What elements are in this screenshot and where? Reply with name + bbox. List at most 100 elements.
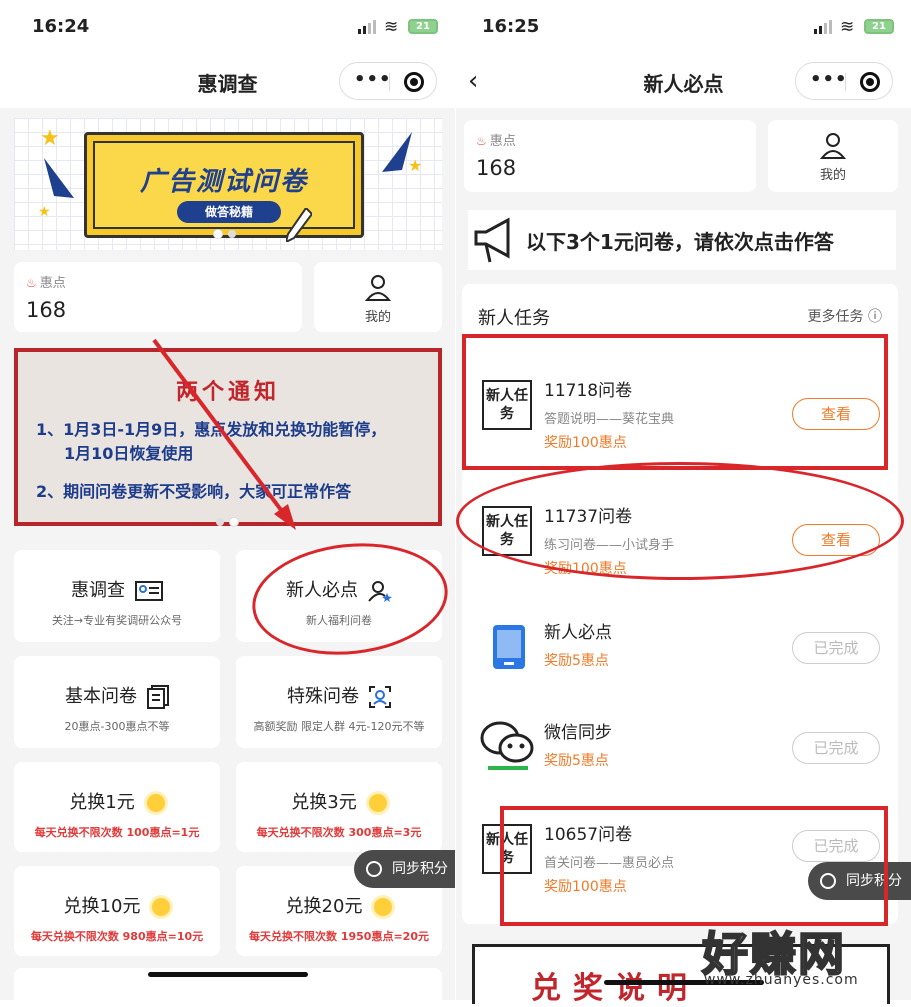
completed-button[interactable]: 已完成 [792,732,880,764]
grid-title: 特殊问卷 [287,686,359,707]
annotation-arrow [152,338,296,530]
home-indicator[interactable] [148,972,308,977]
phone-icon [493,625,525,669]
document-icon [147,685,169,709]
status-bar: 16:25 ≋ 21 [456,0,911,54]
grid-subtitle: 每天兑换不限次数 100惠点=1元 [34,826,200,839]
more-icon[interactable]: ••• [354,69,392,90]
signal-icon [358,20,376,34]
sync-points-button[interactable]: 同步积分 [354,850,455,888]
task-row[interactable]: 新人必点 奖励5惠点 已完成 [462,584,898,694]
grid-title-row: 惠调查 [14,576,220,602]
sun-icon [368,794,387,812]
annotation-box [500,806,888,926]
banner-subtitle: 做答秘籍 [177,201,281,223]
grid-exchange-3[interactable]: 兑换3元 每天兑换不限次数 300惠点=3元 [236,762,442,852]
user-icon [820,133,846,159]
banner-book-page: 广告测试问卷 做答秘籍 [93,141,355,229]
panel-title: 新人任务 [478,308,550,329]
task-reward: 奖励5惠点 [544,753,609,769]
left-phone-screen: 16:24 ≋ 21 惠调查 ••• ★ ★ ★ 广告测试问卷 做答秘籍 ♨ 惠点… [0,0,455,1000]
task-name: 新人必点 [544,623,612,643]
grid-hui-survey[interactable]: 惠调查 关注→专业有奖调研公众号 [14,550,220,642]
profile-label: 我的 [364,310,391,325]
grid-subtitle: 高额奖励 限定人群 4元-120元不等 [253,720,425,733]
spark-icon [44,158,74,198]
sync-label: 同步积分 [392,861,448,877]
close-target-icon[interactable] [404,72,424,92]
wifi-icon: ≋ [384,17,399,37]
grid-title: 兑换3元 [291,792,357,813]
battery-icon: 21 [408,19,438,34]
sync-icon [366,861,382,877]
points-value: 168 [26,298,67,322]
grid-exchange-1[interactable]: 兑换1元 每天兑换不限次数 100惠点=1元 [14,762,220,852]
pager-dot [228,230,236,238]
chevron-right-icon: ⓘ [863,309,882,325]
grid-subtitle: 每天兑换不限次数 980惠点=10元 [30,930,204,943]
more-tasks-link[interactable]: 更多任务 ⓘ [808,306,882,326]
close-target-icon[interactable] [860,72,880,92]
coin-icon: ♨ [476,134,487,148]
announcement-text: 以下3个1元问卷，请依次点击作答 [526,230,834,254]
grid-title-row: 兑换3元 [236,788,442,814]
task-name: 微信同步 [544,723,612,743]
banner-title: 广告测试问卷 [139,167,308,197]
mini-program-capsule[interactable]: ••• [339,62,437,100]
grid-title-row: 基本问卷 [14,682,220,709]
profile-card[interactable]: 我的 [314,262,442,332]
grid-basic-survey[interactable]: 基本问卷 20惠点-300惠点不等 [14,656,220,748]
annotation-box [462,334,888,470]
grid-title-row: 兑换1元 [14,788,220,814]
star-icon: ★ [38,204,51,220]
task-row[interactable]: 微信同步 奖励5惠点 已完成 [462,684,898,794]
banner-pager [214,230,236,238]
watermark-url: www.zhuanyes.com [704,972,859,988]
nav-bar: ‹ 新人必点 ••• [456,54,911,108]
star-icon: ★ [40,126,60,151]
pencil-icon [286,208,312,242]
wifi-icon: ≋ [840,17,855,37]
banner-book: 广告测试问卷 做答秘籍 [84,132,364,238]
sun-icon [152,898,171,916]
spark-icon [382,132,412,172]
profile-label: 我的 [819,168,846,183]
grid-title: 基本问卷 [65,686,137,707]
grid-title: 兑换1元 [69,792,135,813]
points-label: 惠点 [489,134,516,149]
grid-title: 兑换20元 [285,896,363,917]
points-card[interactable]: ♨ 惠点 168 [464,120,756,192]
points-card[interactable]: ♨ 惠点 168 [14,262,302,332]
wechat-icon [480,721,534,770]
capsule-divider [845,73,846,91]
grid-title-row: 兑换10元 [14,892,220,918]
ad-banner[interactable]: ★ ★ ★ 广告测试问卷 做答秘籍 [14,118,442,250]
mini-program-capsule[interactable]: ••• [795,62,893,100]
nav-bar: 惠调查 ••• [0,54,455,108]
grid-title: 兑换10元 [63,896,141,917]
grid-special-survey[interactable]: 特殊问卷 高额奖励 限定人群 4元-120元不等 [236,656,442,748]
profile-card[interactable]: 我的 [768,120,898,192]
points-label-row: ♨ 惠点 [476,130,516,149]
grid-title: 惠调查 [71,580,125,601]
battery-icon: 21 [864,19,894,34]
status-time: 16:25 [482,16,540,37]
grid-title-row: 特殊问卷 [236,682,442,708]
capsule-divider [389,73,390,91]
grid-subtitle: 每天兑换不限次数 300惠点=3元 [256,826,422,839]
annotation-ellipse [456,462,904,580]
points-label: 惠点 [39,276,66,291]
completed-button[interactable]: 已完成 [792,632,880,664]
more-icon[interactable]: ••• [810,69,848,90]
grid-exchange-10[interactable]: 兑换10元 每天兑换不限次数 980惠点=10元 [14,866,220,956]
grid-subtitle: 20惠点-300惠点不等 [64,720,170,733]
coin-icon: ♨ [26,276,37,290]
status-bar: 16:24 ≋ 21 [0,0,455,54]
sun-icon [374,898,393,916]
points-value: 168 [476,156,517,180]
redeem-info-title: 兑奖说明 [531,971,699,1006]
points-label-row: ♨ 惠点 [26,272,66,291]
megaphone-icon [474,217,510,263]
grid-subtitle: 关注→专业有奖调研公众号 [51,614,183,627]
pager-dot [214,230,222,238]
